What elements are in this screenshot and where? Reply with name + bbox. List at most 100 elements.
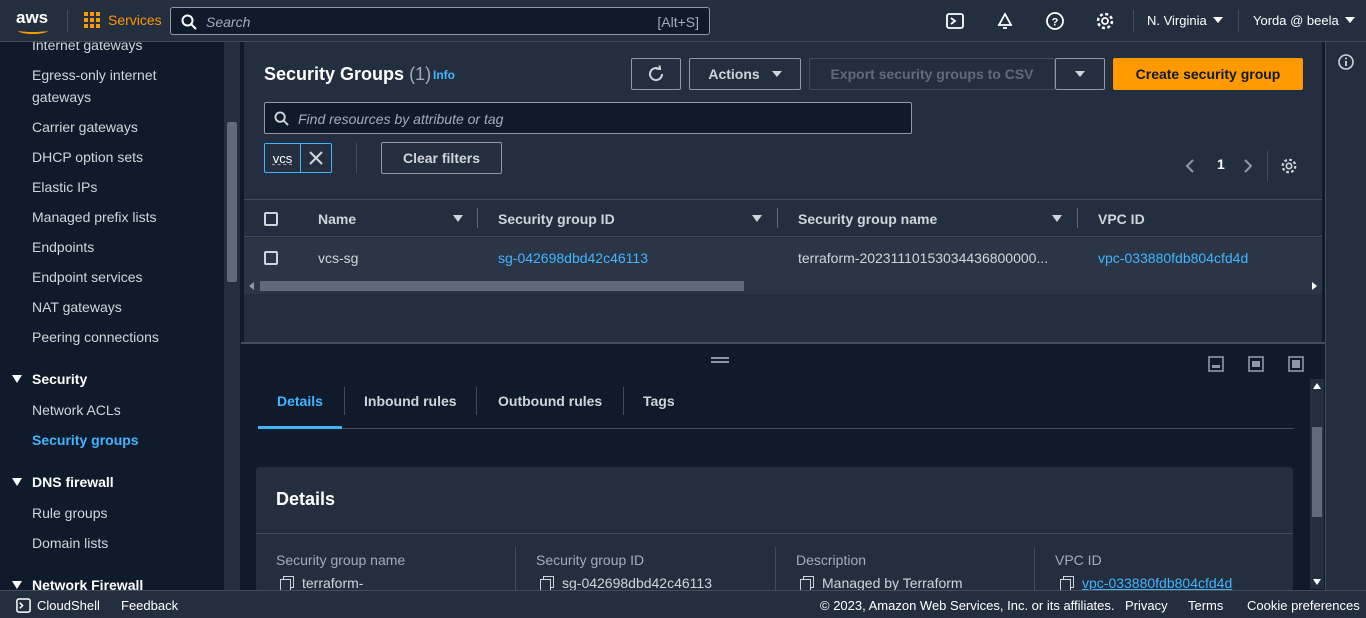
notifications-icon[interactable]	[995, 11, 1015, 31]
search-input[interactable]: Search [Alt+S]	[170, 7, 710, 35]
scrollbar-thumb[interactable]	[1312, 427, 1322, 517]
sidebar-item-carrier-gateways[interactable]: Carrier gateways	[32, 116, 138, 138]
field-label-vpc-id: VPC ID	[1055, 552, 1102, 568]
field-value-vpc-id[interactable]: vpc-033880fdb804cfd4d	[1060, 575, 1232, 591]
copy-icon[interactable]	[540, 576, 554, 591]
table-row[interactable]: vcs-sg sg-042698dbd42c46113 terraform-20…	[244, 238, 1322, 278]
chevron-right-icon[interactable]	[1243, 158, 1253, 174]
sidebar-item-rule-groups[interactable]: Rule groups	[32, 502, 108, 524]
sidebar-section-network-firewall[interactable]: Network Firewall	[12, 577, 143, 590]
sidebar-item-endpoints[interactable]: Endpoints	[32, 236, 94, 258]
refresh-button[interactable]	[631, 58, 681, 90]
scrollbar-thumb[interactable]	[227, 122, 237, 282]
scroll-down-icon[interactable]	[1313, 579, 1321, 585]
sidebar-item-network-acls[interactable]: Network ACLs	[32, 399, 121, 421]
sidebar-item-domain-lists[interactable]: Domain lists	[32, 532, 108, 554]
services-menu-button[interactable]: Services	[84, 12, 162, 28]
sidebar-item-managed-prefix-lists[interactable]: Managed prefix lists	[32, 206, 157, 228]
panel-full-icon[interactable]	[1288, 356, 1304, 372]
divider	[1238, 10, 1239, 32]
cell-vpc-id-link[interactable]: vpc-033880fdb804cfd4d	[1098, 250, 1248, 266]
copy-icon[interactable]	[800, 576, 814, 591]
feedback-link[interactable]: Feedback	[121, 598, 178, 613]
scrollbar-thumb[interactable]	[260, 281, 744, 291]
page-title: Security Groups (1)	[264, 64, 432, 84]
actions-label: Actions	[708, 66, 760, 82]
privacy-link[interactable]: Privacy	[1125, 598, 1168, 613]
sidebar-item-elastic-ips[interactable]: Elastic IPs	[32, 176, 97, 198]
scroll-right-icon[interactable]	[1312, 282, 1317, 290]
clear-filters-button[interactable]: Clear filters	[381, 142, 502, 174]
field-label-sg-id: Security group ID	[536, 552, 645, 568]
settings-gear-icon[interactable]	[1095, 11, 1115, 31]
column-header-vpc-id[interactable]: VPC ID	[1098, 211, 1145, 227]
region-selector[interactable]: N. Virginia	[1147, 13, 1223, 28]
export-csv-button[interactable]: Export security groups to CSV	[809, 58, 1055, 90]
column-resizer[interactable]	[477, 208, 478, 228]
help-icon[interactable]: ?	[1045, 11, 1065, 31]
account-menu[interactable]: Yorda @ beela	[1253, 13, 1355, 28]
actions-dropdown-button[interactable]: Actions	[689, 58, 801, 90]
copy-icon[interactable]	[280, 576, 294, 591]
details-scrollbar[interactable]	[1310, 379, 1324, 589]
sort-icon[interactable]	[453, 215, 463, 222]
caret-down-icon	[1344, 17, 1355, 23]
sidebar-item-dhcp-option-sets[interactable]: DHCP option sets	[32, 146, 143, 168]
column-resizer[interactable]	[777, 208, 778, 228]
select-all-checkbox[interactable]	[264, 212, 278, 226]
copy-icon[interactable]	[1060, 576, 1074, 591]
field-value-sg-id: sg-042698dbd42c46113	[540, 575, 712, 591]
sidebar-section-security[interactable]: Security	[12, 371, 87, 387]
panel-side-icon[interactable]	[1248, 356, 1264, 372]
panel-bottom-icon[interactable]	[1208, 356, 1224, 372]
column-header-name[interactable]: Name	[318, 211, 356, 227]
page-number[interactable]: 1	[1217, 156, 1225, 172]
sort-icon[interactable]	[1052, 215, 1062, 222]
tab-inbound-rules[interactable]: Inbound rules	[364, 393, 457, 429]
tab-details[interactable]: Details	[258, 393, 342, 429]
search-placeholder: Search	[206, 14, 251, 30]
caret-down-icon	[12, 581, 22, 589]
info-link[interactable]: Info	[433, 68, 455, 82]
row-checkbox[interactable]	[264, 251, 278, 265]
resize-handle-icon[interactable]	[711, 357, 729, 363]
tab-tags[interactable]: Tags	[643, 393, 675, 429]
remove-token-button[interactable]	[301, 144, 331, 172]
split-panel-divider[interactable]	[241, 342, 1325, 344]
create-security-group-button[interactable]: Create security group	[1113, 58, 1303, 90]
sidebar-item-security-groups[interactable]: Security groups	[32, 429, 139, 451]
terms-link[interactable]: Terms	[1188, 598, 1223, 613]
sidebar-item-internet-gateways[interactable]: Internet gateways	[32, 42, 143, 56]
chevron-left-icon[interactable]	[1185, 158, 1195, 174]
sidebar-item-peering-connections[interactable]: Peering connections	[32, 326, 159, 348]
cell-sg-id-link[interactable]: sg-042698dbd42c46113	[498, 250, 648, 266]
detail-tabs: Details Inbound rules Outbound rules Tag…	[258, 385, 1294, 429]
table-horizontal-scrollbar[interactable]	[244, 278, 1322, 294]
cloudshell-icon[interactable]	[945, 11, 965, 31]
column-header-sg-id[interactable]: Security group ID	[498, 211, 615, 227]
grid-icon	[84, 12, 100, 28]
filter-search-input[interactable]: Find resources by attribute or tag	[264, 102, 912, 134]
scroll-up-icon[interactable]	[1313, 383, 1321, 389]
sidebar-scrollbar[interactable]	[224, 42, 240, 590]
tab-outbound-rules[interactable]: Outbound rules	[498, 393, 602, 429]
export-options-button[interactable]	[1055, 58, 1105, 90]
sidebar-section-dns-firewall[interactable]: DNS firewall	[12, 474, 114, 490]
filter-token-label[interactable]: vcs	[265, 144, 301, 172]
caret-down-icon	[12, 478, 22, 486]
account-label: Yorda @ beela	[1253, 13, 1339, 28]
sidebar-item-egress-only-gateways[interactable]: Egress-only internet gateways	[32, 64, 182, 108]
table-settings-icon[interactable]	[1280, 157, 1298, 175]
aws-logo[interactable]: aws	[16, 8, 52, 34]
sidebar-item-endpoint-services[interactable]: Endpoint services	[32, 266, 143, 288]
sidebar-item-nat-gateways[interactable]: NAT gateways	[32, 296, 122, 318]
info-icon[interactable]	[1338, 54, 1354, 70]
scroll-left-icon[interactable]	[249, 282, 254, 290]
cookie-preferences-link[interactable]: Cookie preferences	[1247, 598, 1360, 613]
column-resizer[interactable]	[1077, 208, 1078, 228]
sort-icon[interactable]	[752, 215, 762, 222]
cloudshell-link[interactable]: CloudShell	[37, 598, 100, 613]
section-label: Network Firewall	[32, 577, 144, 590]
divider	[67, 10, 68, 32]
column-header-sg-name[interactable]: Security group name	[798, 211, 937, 227]
